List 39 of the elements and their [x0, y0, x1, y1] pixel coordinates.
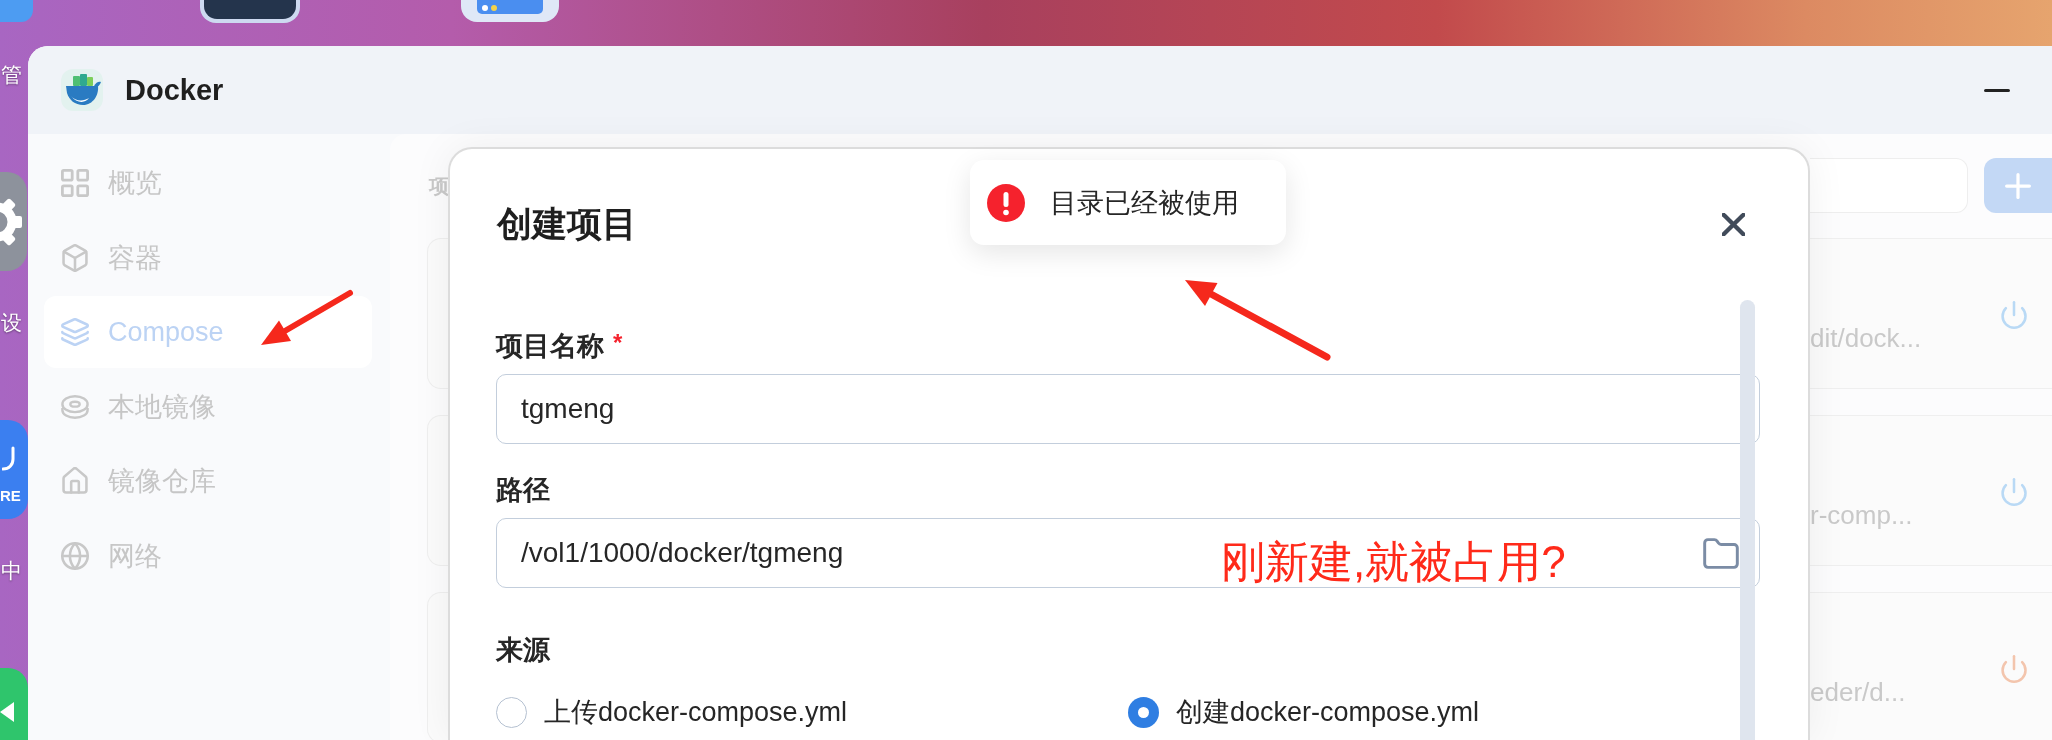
layers-icon: [61, 318, 89, 346]
window-title: Docker: [125, 73, 224, 107]
desktop-icon-label: 中: [1, 558, 22, 584]
radio-label[interactable]: 上传docker-compose.yml: [544, 696, 848, 728]
close-icon: [1722, 212, 1745, 236]
app-icon[interactable]: RE: [0, 420, 28, 519]
globe-icon: [61, 541, 89, 570]
search-field[interactable]: [1810, 158, 1968, 213]
minimize-button[interactable]: [1984, 88, 2010, 92]
dialog-title: 创建项目: [497, 204, 637, 244]
field-label: 来源: [496, 634, 550, 666]
app-icon-label: RE: [0, 487, 21, 505]
house-icon: [61, 467, 89, 495]
app-icon[interactable]: [0, 668, 28, 740]
whale-logo-icon: [61, 69, 103, 111]
app-icon[interactable]: [200, 0, 300, 23]
field-label: 路径: [496, 474, 550, 506]
gear-icon[interactable]: [0, 172, 27, 271]
field-label: 项目名称: [496, 330, 604, 362]
desktop-icon-label: 设: [1, 310, 22, 336]
minimize-icon: [1984, 88, 2010, 92]
folder-icon[interactable]: [1703, 537, 1739, 569]
cube-icon: [61, 243, 89, 272]
close-button[interactable]: [1722, 212, 1745, 236]
grid-icon: [61, 169, 89, 197]
sidebar-item[interactable]: Compose: [44, 296, 372, 368]
radio-label[interactable]: 创建docker-compose.yml: [1176, 696, 1480, 728]
disc-icon: [61, 392, 89, 421]
text-input[interactable]: tgmeng: [496, 374, 1760, 444]
toast-message: 目录已经被使用: [1050, 186, 1239, 219]
curve-icon: [2, 445, 16, 473]
desktop-icon-label: 管: [1, 62, 22, 88]
scrollbar[interactable]: [1740, 300, 1755, 740]
annotation-text: 刚新建,就被占用?: [1221, 537, 1566, 587]
required-mark: *: [613, 330, 623, 356]
radio-button[interactable]: [496, 696, 527, 728]
radio-button[interactable]: [1128, 696, 1159, 728]
plus-icon: [2005, 172, 2031, 199]
alert-icon: [987, 183, 1025, 222]
